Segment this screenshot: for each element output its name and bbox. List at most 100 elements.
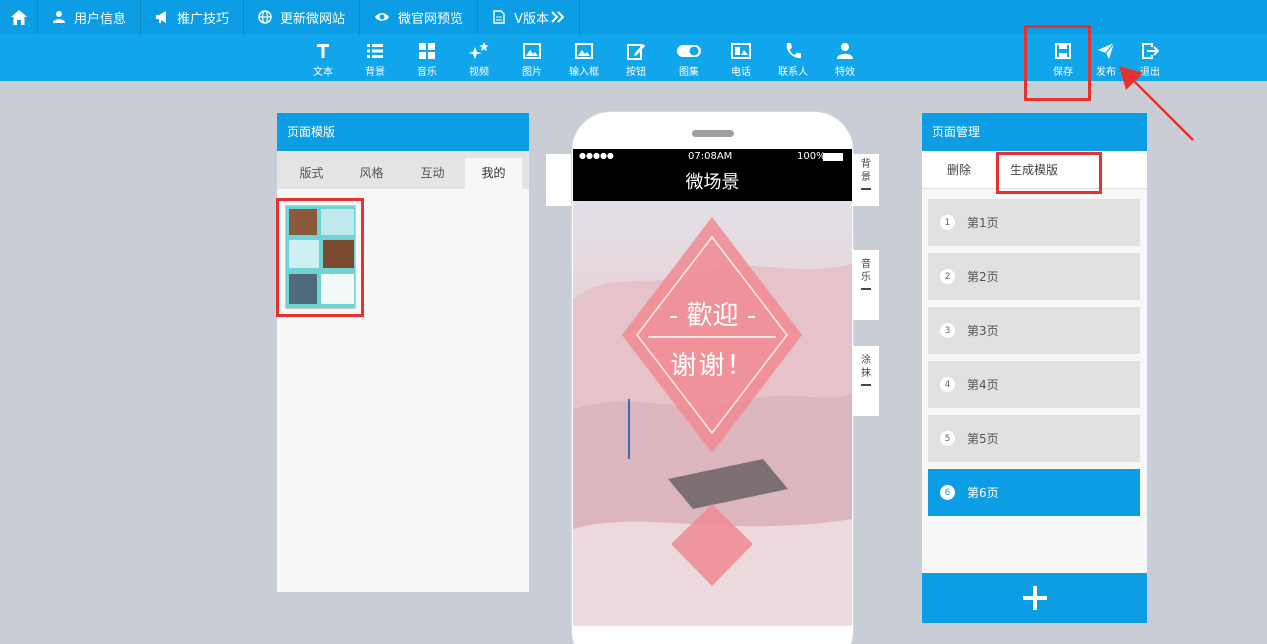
- page-number-badge: 4: [940, 377, 955, 392]
- page-item-active[interactable]: 6 第6页: [928, 469, 1140, 516]
- tool-label: 背景: [365, 67, 385, 78]
- tool-label: 电话: [731, 67, 751, 78]
- add-page-button[interactable]: [922, 573, 1147, 623]
- template-panel: 页面模版 版式 风格 互动 我的: [277, 113, 529, 592]
- tool-effects[interactable]: 特效: [825, 42, 865, 78]
- side-label-background[interactable]: 背景: [853, 154, 879, 206]
- collapse-dash: [861, 188, 871, 190]
- nav-label: 更新微网站: [280, 11, 346, 27]
- tool-music[interactable]: 音乐: [407, 42, 447, 78]
- page-label: 第2页: [967, 270, 999, 284]
- home-button[interactable]: [0, 0, 38, 34]
- tool-label: 图集: [679, 67, 699, 78]
- tool-label: 联系人: [778, 67, 808, 78]
- nav-label: V版本: [514, 11, 549, 27]
- eye-icon: [375, 13, 390, 21]
- status-time: 07:08AM: [688, 151, 733, 162]
- nav-label: 推广技巧: [177, 11, 230, 27]
- page-number-badge: 1: [940, 215, 955, 230]
- signal-dots: ●●●●●: [579, 151, 614, 160]
- welcome-text[interactable]: - 歡迎 -: [573, 295, 852, 332]
- side-label-text: 背景: [861, 159, 871, 183]
- nav-label: 微官网预览: [398, 11, 464, 27]
- edit-icon: [627, 44, 645, 60]
- delete-page-button[interactable]: 删除: [947, 151, 971, 189]
- tool-text[interactable]: 文本: [303, 42, 343, 78]
- page-manager-title: 页面管理: [922, 113, 1147, 151]
- template-tabs: 版式 风格 互动 我的: [277, 151, 529, 189]
- side-label-text: 音乐: [861, 259, 871, 283]
- tab-mine[interactable]: 我的: [465, 158, 522, 189]
- page-item[interactable]: 5 第5页: [928, 415, 1140, 462]
- tool-label: 文本: [313, 67, 333, 78]
- text-icon: [317, 44, 329, 58]
- phone-status-bar: ●●●●● 07:08AM 100%: [573, 149, 852, 165]
- user-icon: [53, 11, 65, 23]
- tool-video[interactable]: 视频: [459, 42, 499, 78]
- page-number-badge: 6: [940, 485, 955, 500]
- grid-icon: [419, 43, 435, 59]
- tool-label: 音乐: [417, 67, 437, 78]
- tool-contact[interactable]: 联系人: [773, 42, 813, 78]
- nav-label: 用户信息: [74, 11, 127, 27]
- page-number-badge: 5: [940, 431, 955, 446]
- home-icon: [10, 9, 27, 25]
- tool-label: 特效: [835, 67, 855, 78]
- tab-layout[interactable]: 版式: [283, 158, 340, 189]
- page-label: 第4页: [967, 378, 999, 392]
- tool-phone[interactable]: 电话: [721, 42, 761, 78]
- list-icon: [367, 44, 383, 58]
- publish-label: 发布: [1096, 67, 1116, 78]
- template-panel-title: 页面模版: [277, 113, 529, 151]
- tool-background[interactable]: 背景: [355, 42, 395, 78]
- globe-icon: [258, 10, 272, 24]
- battery-icon: [823, 153, 843, 161]
- annotation-arrow-icon: [1119, 66, 1194, 141]
- canvas-side-block: [546, 154, 572, 206]
- tool-input-box[interactable]: 输入框: [564, 42, 604, 78]
- tool-image[interactable]: 图片: [512, 42, 552, 78]
- tool-label: 按钮: [626, 67, 646, 78]
- thanks-text[interactable]: 谢谢！: [573, 345, 852, 382]
- plus-icon: [1022, 586, 1047, 610]
- tool-label: 输入框: [569, 67, 599, 78]
- page-label: 第6页: [967, 486, 999, 500]
- send-icon: [1098, 42, 1115, 59]
- phone-speaker: [692, 130, 734, 137]
- toggle-icon: [677, 45, 701, 57]
- tab-style[interactable]: 风格: [343, 158, 400, 189]
- side-label-text: 涂抹: [861, 355, 871, 379]
- page-number-badge: 3: [940, 323, 955, 338]
- page-number-badge: 2: [940, 269, 955, 284]
- tool-gallery[interactable]: 图集: [669, 42, 709, 78]
- gallery-icon: [731, 43, 751, 59]
- collapse-dash: [861, 288, 871, 290]
- nav-promotion-tips[interactable]: 推广技巧: [141, 0, 245, 34]
- phone-title: 微场景: [573, 165, 852, 201]
- phone-icon: [786, 43, 801, 59]
- side-label-music[interactable]: 音乐: [853, 250, 879, 320]
- tool-button[interactable]: 按钮: [616, 42, 656, 78]
- double-chevron-right-icon: [551, 11, 565, 23]
- side-label-smear[interactable]: 涂抹: [853, 346, 879, 416]
- nav-version[interactable]: V版本: [478, 0, 580, 34]
- sparkle-icon: [468, 42, 489, 59]
- tab-interactive[interactable]: 互动: [404, 158, 461, 189]
- nav-update-site[interactable]: 更新微网站: [244, 0, 361, 34]
- battery-text: 100%: [797, 151, 826, 162]
- page-item[interactable]: 2 第2页: [928, 253, 1140, 300]
- page-item[interactable]: 3 第3页: [928, 307, 1140, 354]
- image-icon: [523, 43, 541, 59]
- phone-screen[interactable]: - 歡迎 - 谢谢！ ●●●●● 07:08AM 100% 微场景: [573, 149, 852, 626]
- save-highlight-box: [1024, 25, 1091, 101]
- page-label: 第3页: [967, 324, 999, 338]
- megaphone-icon: [156, 11, 167, 23]
- scene-background: [573, 149, 852, 626]
- nav-user-info[interactable]: 用户信息: [38, 0, 142, 34]
- nav-preview[interactable]: 微官网预览: [360, 0, 479, 34]
- tool-label: 视频: [469, 67, 489, 78]
- page-item[interactable]: 4 第4页: [928, 361, 1140, 408]
- page-label: 第5页: [967, 432, 999, 446]
- page-item[interactable]: 1 第1页: [928, 199, 1140, 246]
- exit-icon: [1142, 43, 1159, 59]
